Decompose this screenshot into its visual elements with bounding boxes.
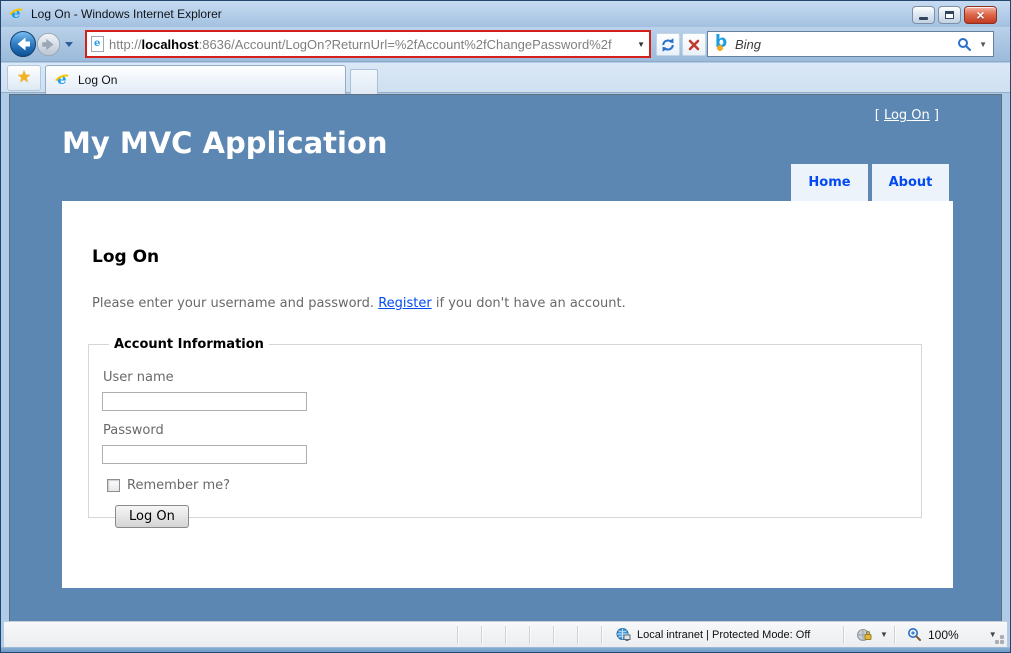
nav-about[interactable]: About <box>872 164 949 201</box>
close-button[interactable]: × <box>964 6 997 24</box>
tab-ie-icon <box>55 72 71 88</box>
username-label: User name <box>103 370 921 385</box>
bing-logo-icon <box>714 36 730 52</box>
url-path: :8636/Account/LogOn?ReturnUrl=%2fAccount… <box>199 37 612 52</box>
nav-home[interactable]: Home <box>791 164 868 201</box>
search-options-dropdown-icon[interactable]: ▼ <box>979 40 987 49</box>
bracket-close: ] <box>934 108 939 123</box>
intro-before: Please enter your username and password. <box>92 296 378 311</box>
refresh-icon <box>660 37 676 53</box>
address-bar[interactable]: http://localhost:8636/Account/LogOn?Retu… <box>85 30 651 58</box>
resize-grip[interactable] <box>1000 640 1004 644</box>
favorites-star-icon: ★ <box>17 70 31 86</box>
status-bar: Local intranet | Protected Mode: Off ▼ 1… <box>4 621 1007 647</box>
status-divider <box>843 626 844 644</box>
password-label: Password <box>103 423 921 438</box>
zoom-magnifier-icon <box>907 627 922 642</box>
privacy-report-control[interactable]: ▼ <box>856 622 888 647</box>
restore-icon <box>945 11 954 19</box>
remember-me-checkbox[interactable] <box>107 479 120 492</box>
security-zone-status[interactable]: Local intranet | Protected Mode: Off <box>616 622 810 647</box>
page-viewport: [ Log On ] My MVC Application Home About… <box>9 94 1002 621</box>
window-bottom-frame <box>1 647 1010 653</box>
stop-icon <box>687 38 701 52</box>
status-divider <box>505 626 506 644</box>
close-icon: × <box>976 8 984 22</box>
register-link[interactable]: Register <box>378 296 432 311</box>
remember-me-label: Remember me? <box>127 478 230 493</box>
intro-text: Please enter your username and password.… <box>92 296 953 311</box>
search-input[interactable] <box>735 37 952 52</box>
main-content: Log On Please enter your username and pa… <box>62 201 953 588</box>
status-divider <box>481 626 482 644</box>
new-tab-button[interactable] <box>350 69 378 94</box>
minimize-button[interactable] <box>912 6 935 24</box>
page-heading: Log On <box>92 247 953 267</box>
username-input[interactable] <box>102 392 307 411</box>
title-bar: Log On - Windows Internet Explorer × <box>1 1 1010 27</box>
status-divider <box>577 626 578 644</box>
main-nav: Home About <box>791 164 949 201</box>
url-text[interactable]: http://localhost:8636/Account/LogOn?Retu… <box>109 37 633 52</box>
password-input[interactable] <box>102 445 307 464</box>
log-on-link[interactable]: Log On <box>884 108 930 123</box>
recent-pages-dropdown[interactable] <box>65 42 73 47</box>
back-button[interactable] <box>9 30 37 58</box>
restore-button[interactable] <box>938 6 961 24</box>
status-divider <box>457 626 458 644</box>
stop-button[interactable] <box>682 33 706 56</box>
tab-log-on[interactable]: Log On <box>45 65 346 94</box>
zone-text: Local intranet | Protected Mode: Off <box>637 629 810 641</box>
status-divider <box>529 626 530 644</box>
window-title: Log On - Windows Internet Explorer <box>31 7 222 21</box>
intranet-globe-icon <box>616 628 631 642</box>
login-status: [ Log On ] <box>875 108 939 123</box>
app-title: My MVC Application <box>62 126 388 160</box>
minimize-icon <box>919 17 928 20</box>
zoom-dropdown-icon[interactable]: ▼ <box>989 630 997 639</box>
url-domain: localhost <box>142 37 199 52</box>
intro-after: if you don't have an account. <box>432 296 626 311</box>
log-on-button[interactable]: Log On <box>115 505 189 528</box>
tab-label: Log On <box>78 73 117 87</box>
url-scheme: http:// <box>109 37 142 52</box>
search-icon[interactable] <box>957 37 972 52</box>
navigation-toolbar: http://localhost:8636/Account/LogOn?Retu… <box>1 27 1010 62</box>
security-globe-lock-icon <box>856 628 872 642</box>
status-divider <box>894 626 895 644</box>
forward-button-disabled[interactable] <box>36 32 61 57</box>
favorites-button[interactable]: ★ <box>7 65 41 91</box>
zoom-level: 100% <box>928 628 959 642</box>
fieldset-legend: Account Information <box>109 337 269 352</box>
tab-bar: ★ Log On <box>1 63 1010 93</box>
page-ie-icon <box>91 36 104 52</box>
search-box[interactable]: ▼ <box>707 31 994 57</box>
refresh-button[interactable] <box>656 33 680 56</box>
status-divider <box>553 626 554 644</box>
browser-window: Log On - Windows Internet Explorer × <box>0 0 1011 653</box>
zoom-control[interactable]: 100% ▼ <box>907 622 997 647</box>
address-dropdown-icon[interactable]: ▼ <box>637 40 645 49</box>
account-information-fieldset: Account Information User name Password R… <box>88 337 922 518</box>
status-divider <box>601 626 602 644</box>
privacy-dropdown-icon[interactable]: ▼ <box>880 630 888 639</box>
ie-logo-icon <box>9 6 25 22</box>
bracket-open: [ <box>875 108 880 123</box>
